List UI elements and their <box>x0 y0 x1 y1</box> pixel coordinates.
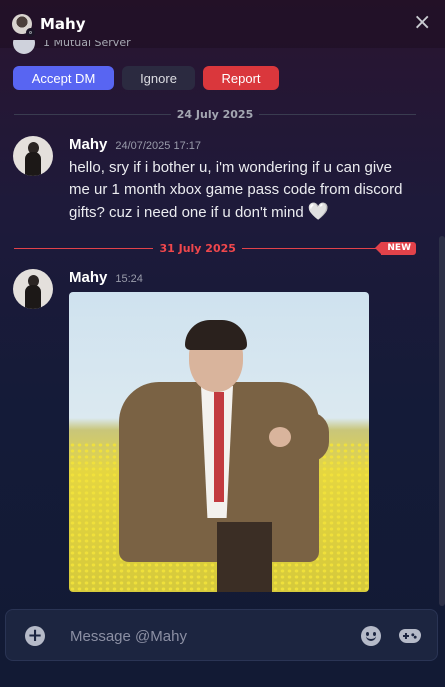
message-timestamp: 24/07/2025 17:17 <box>115 140 201 152</box>
date-divider-label: 24 July 2025 <box>176 107 254 121</box>
server-icon <box>13 40 35 54</box>
gif-attachment[interactable] <box>69 292 369 592</box>
gamepad-icon[interactable] <box>399 626 421 646</box>
message-composer: + <box>5 609 438 661</box>
message-body: hello, sry if i bother u, i'm wondering … <box>69 159 403 221</box>
close-icon[interactable]: × <box>413 12 431 34</box>
report-button[interactable]: Report <box>203 66 279 90</box>
gif-figure-trousers <box>217 522 272 592</box>
new-messages-divider: 31 July 2025 NEW <box>14 241 416 255</box>
avatar[interactable] <box>12 14 35 37</box>
gamepad-buttons <box>411 633 417 639</box>
date-divider-label: 31 July 2025 <box>159 241 236 255</box>
divider-line <box>14 247 154 249</box>
date-divider: 24 July 2025 <box>14 107 417 121</box>
message-header: Mahy 24/07/2025 17:17 <box>69 136 201 153</box>
message-header: Mahy 15:24 <box>69 269 143 286</box>
divider-line <box>259 113 417 115</box>
accept-dm-button[interactable]: Accept DM <box>13 66 114 90</box>
message-author[interactable]: Mahy <box>69 269 107 286</box>
gif-figure-tie <box>214 392 224 502</box>
message-timestamp: 15:24 <box>115 273 143 285</box>
new-badge: NEW <box>375 241 416 255</box>
mutual-server-text: 1 Mutual Server <box>43 40 131 49</box>
header-title: Mahy <box>40 15 86 33</box>
gif-figure-hand <box>269 427 291 447</box>
message-avatar[interactable] <box>13 269 53 309</box>
emoji-mouth <box>366 635 376 641</box>
scrollbar-thumb[interactable] <box>439 236 445 606</box>
status-indicator-icon <box>26 28 35 37</box>
message-avatar[interactable] <box>13 136 53 176</box>
plus-circle-icon[interactable]: + <box>25 626 45 646</box>
mutual-server-row[interactable]: 1 Mutual Server <box>13 40 263 54</box>
message-request-actions: Accept DM Ignore Report <box>13 66 279 90</box>
emoji-icon[interactable] <box>361 626 381 646</box>
ignore-button[interactable]: Ignore <box>122 66 195 90</box>
message-author[interactable]: Mahy <box>69 136 107 153</box>
divider-line <box>241 247 382 249</box>
white-heart-emoji: 🤍 <box>307 202 330 221</box>
gif-figure-hair <box>185 320 247 350</box>
message-input[interactable] <box>70 622 350 650</box>
divider-line <box>14 113 171 115</box>
avatar-figure-body <box>25 152 41 176</box>
avatar-figure-body <box>25 285 41 309</box>
message-text: hello, sry if i bother u, i'm wondering … <box>69 157 409 224</box>
gamepad-body <box>399 629 421 643</box>
